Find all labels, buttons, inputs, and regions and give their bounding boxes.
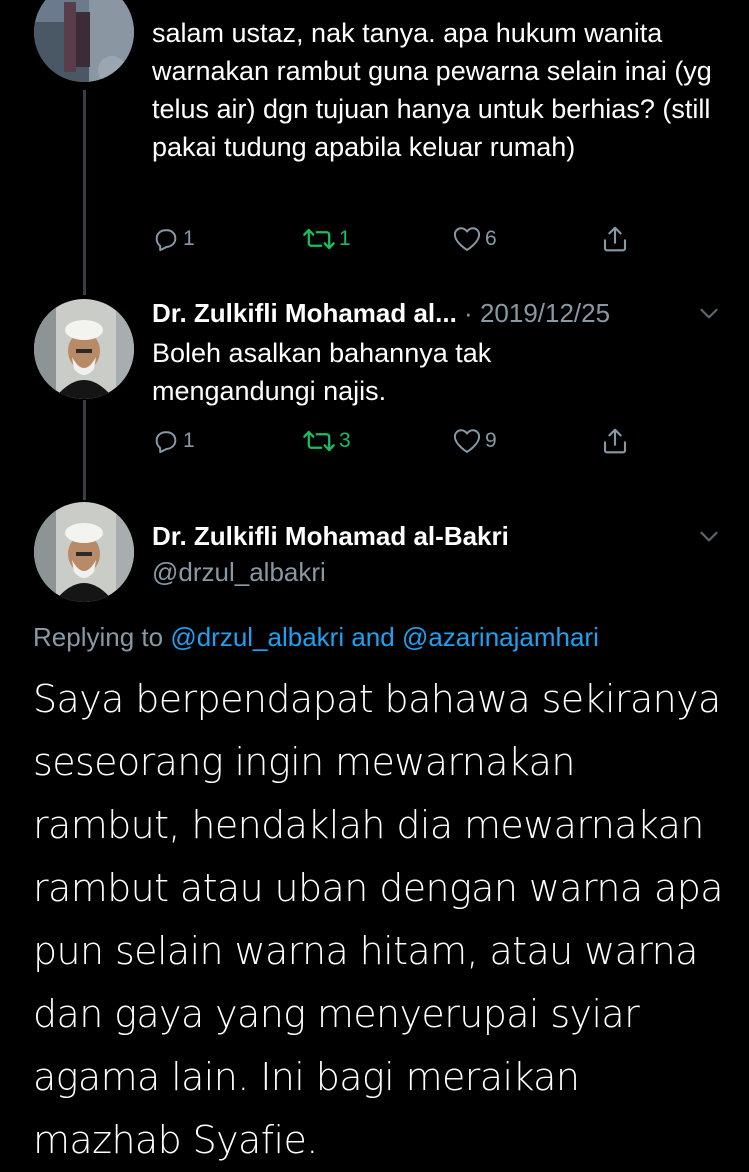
mention-link[interactable]: @drzul_albakri: [170, 622, 344, 652]
main-tweet-text: Saya berpendapat bahawa sekiranya seseor…: [33, 677, 724, 1162]
like-button[interactable]: 9: [452, 421, 497, 461]
author-name[interactable]: Dr. Zulkifli Mohamad al-Bakri: [152, 521, 509, 551]
reply-icon: [155, 229, 177, 252]
like-button[interactable]: 6: [452, 219, 497, 259]
avatar-image: [34, 299, 134, 399]
avatar-image: [34, 502, 134, 602]
author-name[interactable]: Dr. Zulkifli Mohamad al...: [152, 298, 457, 328]
reply-count: 1: [183, 429, 195, 452]
reply-button[interactable]: 1: [152, 219, 195, 259]
retweet-button[interactable]: 1: [302, 219, 351, 259]
thread-connector-1: [83, 90, 86, 295]
tweet-actions: 1 1 6: [152, 219, 642, 259]
reply-icon: [155, 431, 177, 454]
tweet-text: salam ustaz, nak tanya. apa hukum wanita…: [152, 18, 712, 162]
heart-icon: [453, 429, 481, 453]
avatar[interactable]: [34, 0, 134, 82]
replying-to: Replying to @drzul_albakri and @azarinaj…: [33, 619, 599, 655]
reply-count: 1: [183, 227, 195, 250]
retweet-icon: [303, 430, 335, 452]
author-handle[interactable]: @drzul_albakri: [152, 555, 326, 589]
share-icon: [603, 226, 627, 252]
retweet-button[interactable]: 3: [302, 421, 351, 461]
share-icon: [603, 428, 627, 454]
like-count: 9: [485, 429, 497, 452]
separator-dot: ·: [456, 298, 480, 328]
retweet-count: 3: [339, 429, 351, 452]
author-header: Dr. Zulkifli Mohamad al-Bakri: [152, 519, 702, 553]
retweet-count: 1: [339, 227, 351, 250]
avatar-image: [34, 0, 134, 82]
thread-connector-2: [83, 400, 86, 500]
share-button[interactable]: [600, 421, 630, 461]
mention-link[interactable]: @azarinajamhari: [402, 622, 599, 652]
heart-icon: [453, 227, 481, 251]
retweet-icon: [303, 228, 335, 250]
chevron-down-icon[interactable]: [696, 523, 722, 549]
reply-button[interactable]: 1: [152, 421, 195, 461]
avatar[interactable]: [34, 502, 134, 602]
tweet-text: Boleh asalkan bahannya tak mengandungi n…: [152, 338, 492, 406]
replying-and[interactable]: and: [344, 622, 402, 652]
replying-prefix: Replying to: [33, 622, 171, 652]
like-count: 6: [485, 227, 497, 250]
avatar[interactable]: [34, 299, 134, 399]
tweet-actions: 1 3 9: [152, 421, 642, 461]
share-button[interactable]: [600, 219, 630, 259]
chevron-down-icon[interactable]: [696, 300, 722, 326]
tweet-date[interactable]: 2019/12/25: [480, 298, 610, 328]
tweet-header: Dr. Zulkifli Mohamad al... · 2019/12/25: [152, 296, 702, 330]
